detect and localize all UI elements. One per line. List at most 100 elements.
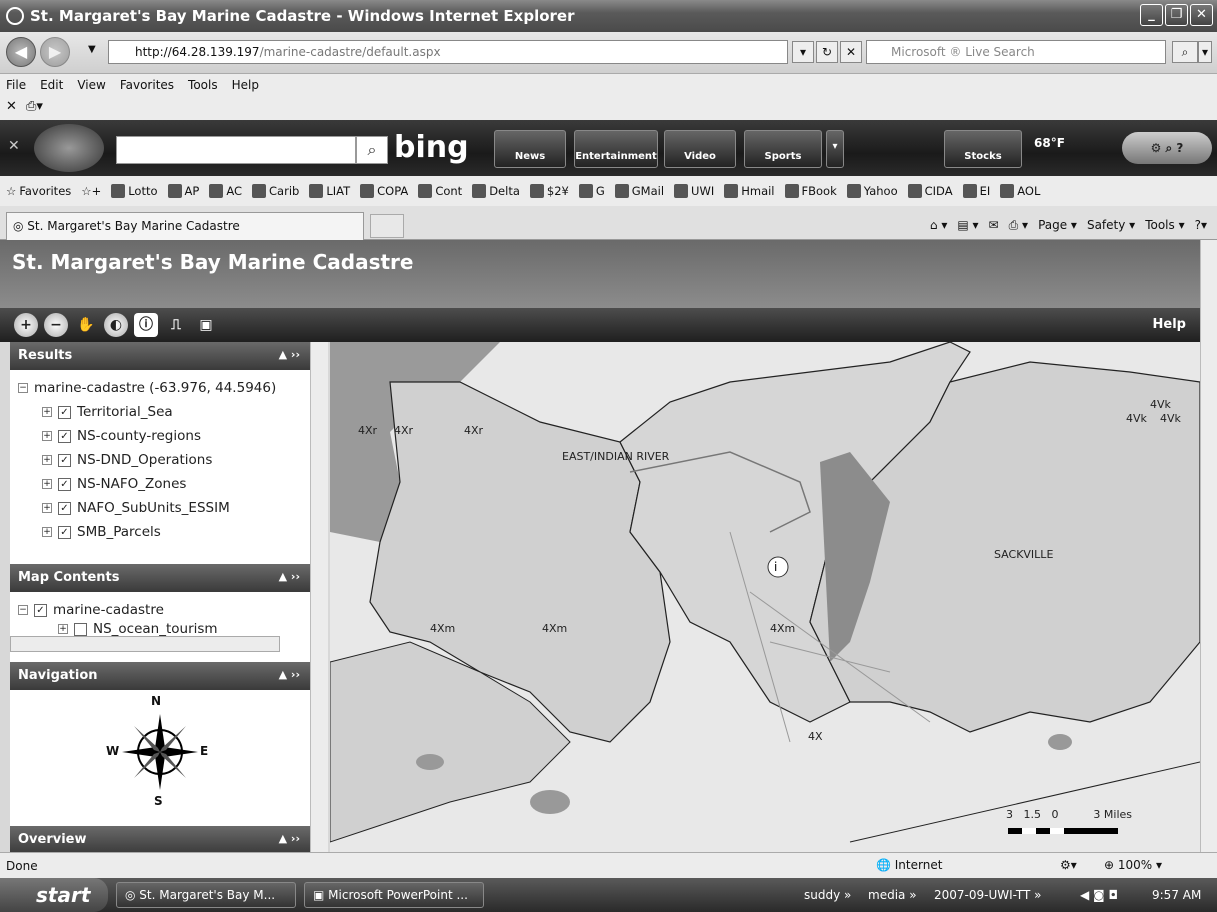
- new-tab-button[interactable]: [370, 214, 404, 238]
- maximize-button[interactable]: ❐: [1165, 4, 1188, 26]
- contents-root[interactable]: − ✓ marine-cadastre: [18, 598, 302, 622]
- fav-lotto[interactable]: Lotto: [111, 184, 158, 198]
- select-icon[interactable]: ▣: [194, 313, 218, 337]
- page-scrollbar[interactable]: [1200, 240, 1217, 852]
- bing-video-button[interactable]: Video: [664, 130, 736, 168]
- navigation-compass[interactable]: N S W E: [10, 690, 310, 826]
- bing-search-input[interactable]: [116, 136, 356, 164]
- toolbar-options-icon[interactable]: ⎙▾: [26, 99, 43, 114]
- live-search-input[interactable]: Microsoft ® Live Search: [866, 40, 1166, 64]
- layer-row[interactable]: + ✓ SMB_Parcels: [18, 520, 302, 544]
- bing-more-button[interactable]: ▾: [826, 130, 844, 168]
- bing-stocks-button[interactable]: Stocks: [944, 130, 1022, 168]
- layer-row[interactable]: + ✓ NS-NAFO_Zones: [18, 472, 302, 496]
- tray-toolbar-suddy[interactable]: suddy »: [804, 888, 851, 902]
- search-go-icon[interactable]: ⌕: [1172, 41, 1198, 63]
- bing-sports-button[interactable]: Sports: [744, 130, 822, 168]
- fav-gmail[interactable]: GMail: [614, 184, 664, 198]
- fav-currency[interactable]: $2¥: [529, 184, 569, 198]
- map-view[interactable]: i 4Xr 4Xr 4Xr EAST/INDIAN RIVER SACKVILL…: [330, 342, 1200, 852]
- layer-row[interactable]: + ✓ Territorial_Sea: [18, 400, 302, 424]
- start-button[interactable]: start: [0, 878, 108, 912]
- close-bing-bar-icon[interactable]: ✕: [8, 138, 20, 154]
- tools-menu[interactable]: Tools ▾: [1145, 218, 1184, 233]
- help-link[interactable]: Help: [1153, 317, 1186, 332]
- bing-entertainment-button[interactable]: Entertainment: [574, 130, 658, 168]
- compass-east[interactable]: E: [200, 744, 208, 758]
- safety-menu[interactable]: Safety ▾: [1087, 218, 1135, 233]
- results-header[interactable]: Results ▲ ››: [10, 342, 310, 370]
- history-dropdown-icon[interactable]: ▼: [88, 44, 96, 55]
- fav-g[interactable]: G: [578, 184, 605, 198]
- tray-toolbar-uwi[interactable]: 2007-09-UWI-TT »: [934, 888, 1042, 902]
- menu-tools[interactable]: Tools: [188, 78, 218, 92]
- page-menu[interactable]: Page ▾: [1038, 218, 1077, 233]
- navigation-header[interactable]: Navigation ▲ ››: [10, 662, 310, 690]
- panel-scrollbar[interactable]: [310, 342, 328, 852]
- zoom-out-icon[interactable]: −: [44, 313, 68, 337]
- refresh-button[interactable]: ↻: [816, 41, 838, 63]
- protected-mode-icon[interactable]: ⚙▾: [1060, 858, 1077, 872]
- contents-child[interactable]: + NS_ocean_tourism: [18, 622, 302, 636]
- identify-icon[interactable]: ⓘ: [134, 313, 158, 337]
- tray-icons[interactable]: ◀ ◙ ◘: [1080, 888, 1118, 902]
- bing-news-button[interactable]: News: [494, 130, 566, 168]
- address-dropdown-button[interactable]: ▾: [792, 41, 814, 63]
- menu-help[interactable]: Help: [232, 78, 259, 92]
- feeds-icon[interactable]: ▤ ▾: [957, 218, 978, 233]
- close-button[interactable]: ✕: [1190, 4, 1213, 26]
- fav-ap[interactable]: AP: [167, 184, 199, 198]
- zoom-level[interactable]: ⊕ 100% ▾: [1104, 858, 1162, 872]
- compass-west[interactable]: W: [106, 744, 119, 758]
- close-toolbar-icon[interactable]: ✕: [6, 99, 17, 114]
- fav-uwi[interactable]: UWI: [674, 184, 714, 198]
- menu-edit[interactable]: Edit: [40, 78, 63, 92]
- map-contents-header[interactable]: Map Contents ▲ ››: [10, 564, 310, 592]
- fav-copa[interactable]: COPA: [360, 184, 408, 198]
- forward-button[interactable]: ▶: [40, 37, 70, 67]
- tray-toolbar-media[interactable]: media »: [868, 888, 917, 902]
- layer-row[interactable]: + ✓ NS-county-regions: [18, 424, 302, 448]
- collapse-icon[interactable]: ▲ ››: [279, 832, 300, 845]
- collapse-icon[interactable]: ▲ ››: [279, 348, 300, 361]
- fav-ac[interactable]: AC: [209, 184, 242, 198]
- add-favorite-icon[interactable]: ☆+: [81, 184, 101, 198]
- contents-hscroll[interactable]: [10, 636, 280, 652]
- task-ie[interactable]: ◎ St. Margaret's Bay M...: [116, 882, 296, 908]
- stop-button[interactable]: ✕: [840, 41, 862, 63]
- bing-tools-icon[interactable]: ⚙ ⌕ ?: [1122, 132, 1212, 164]
- address-bar[interactable]: http://64.28.139.197/marine-cadastre/def…: [108, 40, 788, 64]
- clock[interactable]: 9:57 AM: [1152, 888, 1201, 902]
- tab-marine-cadastre[interactable]: ◎ St. Margaret's Bay Marine Cadastre: [6, 212, 364, 240]
- home-icon[interactable]: ⌂ ▾: [930, 218, 947, 233]
- fav-fbook[interactable]: FBook: [784, 184, 837, 198]
- compass-south[interactable]: S: [154, 794, 163, 808]
- print-icon[interactable]: ⎙ ▾: [1009, 218, 1028, 233]
- task-powerpoint[interactable]: ▣ Microsoft PowerPoint ...: [304, 882, 484, 908]
- measure-icon[interactable]: ⎍: [164, 313, 188, 337]
- fav-cida[interactable]: CIDA: [907, 184, 953, 198]
- fav-ei[interactable]: EI: [962, 184, 990, 198]
- collapse-icon[interactable]: ▲ ››: [279, 668, 300, 681]
- fav-cont[interactable]: Cont: [418, 184, 462, 198]
- menu-file[interactable]: File: [6, 78, 26, 92]
- fav-yahoo[interactable]: Yahoo: [846, 184, 898, 198]
- minimize-button[interactable]: _: [1140, 4, 1163, 26]
- layer-row[interactable]: + ✓ NS-DND_Operations: [18, 448, 302, 472]
- layer-row[interactable]: + ✓ NAFO_SubUnits_ESSIM: [18, 496, 302, 520]
- pan-hand-icon[interactable]: ✋: [74, 313, 98, 337]
- fav-carib[interactable]: Carib: [252, 184, 299, 198]
- overview-header[interactable]: Overview ▲ ››: [10, 826, 310, 852]
- fav-liat[interactable]: LIAT: [309, 184, 350, 198]
- fav-delta[interactable]: Delta: [472, 184, 520, 198]
- results-root[interactable]: − marine-cadastre (-63.976, 44.5946): [18, 376, 302, 400]
- zoom-in-icon[interactable]: +: [14, 313, 38, 337]
- back-button[interactable]: ◀: [6, 37, 36, 67]
- favorites-button[interactable]: ☆ Favorites: [6, 184, 71, 198]
- map-canvas[interactable]: i: [330, 342, 1200, 852]
- collapse-icon[interactable]: ▲ ››: [279, 570, 300, 583]
- mail-icon[interactable]: ✉: [989, 218, 999, 233]
- bing-search-button[interactable]: ⌕: [356, 136, 388, 164]
- compass-north[interactable]: N: [151, 694, 161, 708]
- fav-aol[interactable]: AOL: [1000, 184, 1040, 198]
